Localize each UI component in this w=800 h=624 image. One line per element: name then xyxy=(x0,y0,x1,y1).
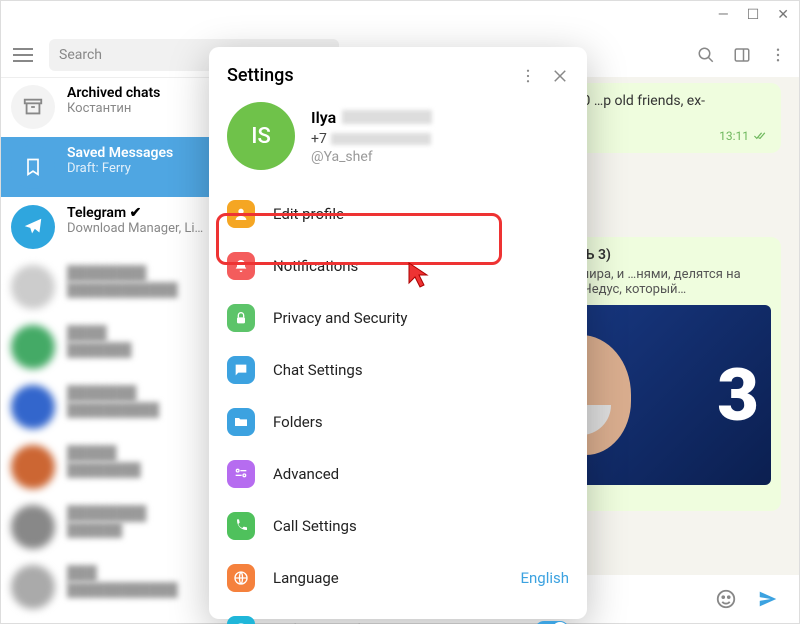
emoji-icon[interactable] xyxy=(715,588,737,610)
read-icon xyxy=(753,132,767,140)
settings-item-label: Privacy and Security xyxy=(273,309,569,327)
panel-icon[interactable] xyxy=(733,46,751,64)
settings-item-label: Folders xyxy=(273,413,569,431)
chat-icon xyxy=(227,356,255,384)
settings-item-fold[interactable]: Folders xyxy=(209,396,587,448)
settings-item-label: Call Settings xyxy=(273,517,569,535)
phone-prefix: +7 xyxy=(311,131,327,147)
settings-item-edit[interactable]: Edit profile xyxy=(209,188,587,240)
profile-block[interactable]: IS Ilya +7 @Ya_shef xyxy=(209,94,587,188)
settings-item-scale[interactable]: Default interface scale xyxy=(209,604,587,624)
settings-item-label: Language xyxy=(273,569,520,587)
settings-item-label: Chat Settings xyxy=(273,361,569,379)
avatar: IS xyxy=(227,102,295,170)
telegram-icon xyxy=(11,205,55,249)
settings-item-notif[interactable]: Notifications xyxy=(209,240,587,292)
settings-item-lang[interactable]: LanguageEnglish xyxy=(209,552,587,604)
menu-icon[interactable] xyxy=(13,48,33,62)
settings-item-value: English xyxy=(520,569,569,587)
settings-item-call[interactable]: Call Settings xyxy=(209,500,587,552)
window-controls: — ☐ ✕ xyxy=(718,7,789,23)
scale-icon xyxy=(227,616,255,624)
lang-icon xyxy=(227,564,255,592)
bookmark-icon xyxy=(11,145,55,189)
maximize-icon[interactable]: ☐ xyxy=(747,7,760,23)
close-icon[interactable] xyxy=(551,67,569,85)
notif-icon xyxy=(227,252,255,280)
more-icon[interactable] xyxy=(769,46,787,64)
settings-item-chat[interactable]: Chat Settings xyxy=(209,344,587,396)
profile-username: @Ya_shef xyxy=(311,149,432,165)
send-icon[interactable] xyxy=(757,588,779,610)
thumb-number: 3 xyxy=(717,353,759,438)
archive-icon xyxy=(11,85,55,129)
settings-modal: Settings IS Ilya +7 @Ya_shef Edit profil… xyxy=(209,47,587,619)
minimize-icon[interactable]: — xyxy=(718,7,729,23)
app-window: — ☐ ✕ Search Archived chatsКостантин Sav… xyxy=(0,0,800,624)
search-icon[interactable] xyxy=(697,46,715,64)
settings-item-label: Edit profile xyxy=(273,205,569,223)
redacted-phone xyxy=(331,133,431,145)
settings-title: Settings xyxy=(227,65,505,86)
edit-icon xyxy=(227,200,255,228)
call-icon xyxy=(227,512,255,540)
close-window-icon[interactable]: ✕ xyxy=(777,7,789,23)
priv-icon xyxy=(227,304,255,332)
adv-icon xyxy=(227,460,255,488)
profile-name: Ilya xyxy=(311,108,336,127)
settings-item-label: Notifications xyxy=(273,257,569,275)
settings-item-label: Advanced xyxy=(273,465,569,483)
more-icon[interactable] xyxy=(519,67,537,85)
settings-item-adv[interactable]: Advanced xyxy=(209,448,587,500)
fold-icon xyxy=(227,408,255,436)
redacted-name xyxy=(342,110,432,124)
message-time: 13:11 xyxy=(719,129,749,143)
settings-item-priv[interactable]: Privacy and Security xyxy=(209,292,587,344)
